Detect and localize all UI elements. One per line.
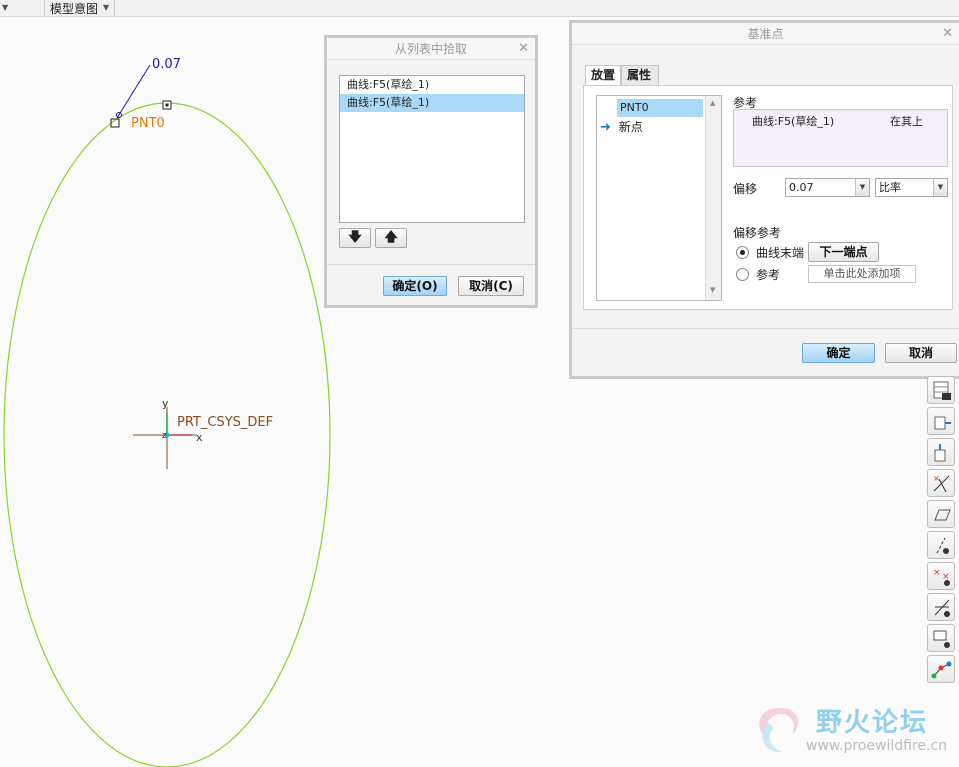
list-item-selected[interactable]: PNT0: [617, 99, 703, 117]
spin-center-icon: [931, 661, 952, 679]
arrow-up-icon: 🡅: [384, 230, 398, 245]
toolbar-button-plane[interactable]: [927, 407, 955, 435]
placement-panel: PNT0 ➜ 新点 ▲ ▼ 参考 曲线:F5(草绘_1) 在其上 偏移 0.07…: [583, 85, 953, 310]
reference-constraint[interactable]: 在其上: [890, 113, 923, 129]
move-up-button[interactable]: 🡅: [375, 228, 407, 248]
radio-reference[interactable]: [736, 268, 749, 281]
axis-display-icon: [936, 537, 949, 554]
scroll-down-icon[interactable]: ▼: [710, 286, 715, 294]
pick-listbox[interactable]: 曲线:F5(草绘_1) 曲线:F5(草绘_1): [339, 75, 525, 223]
offset-reference-label: 偏移参考: [733, 226, 782, 240]
csys-label[interactable]: PRT_CSYS_DEF: [177, 415, 273, 430]
toolbar-button-axis-display[interactable]: [927, 531, 955, 559]
datum-point-dialog: 基准点 ✕ 放置 属性 PNT0 ➜ 新点 ▲ ▼ 参考 曲线:F5(草绘_1)…: [569, 20, 959, 379]
scrollbar[interactable]: ▲ ▼: [705, 96, 721, 300]
chevron-down-icon[interactable]: ▼: [933, 179, 947, 196]
toolbar-button-axis[interactable]: [927, 438, 955, 466]
reference-curve[interactable]: 曲线:F5(草绘_1): [752, 113, 834, 129]
csys-display-icon: [934, 599, 950, 617]
add-reference-field[interactable]: 单击此处添加项: [808, 265, 916, 283]
toolbar-button-csys-display[interactable]: [927, 593, 955, 621]
datum-point-label[interactable]: PNT0: [131, 116, 165, 131]
references-collector[interactable]: 曲线:F5(草绘_1) 在其上: [733, 109, 948, 167]
toolbar-button-table[interactable]: [927, 376, 955, 404]
scroll-up-icon[interactable]: ▲: [710, 99, 715, 107]
forum-watermark: 野火论坛 www.proewildfire.cn: [748, 700, 953, 762]
toolbar-button-spin-center[interactable]: [927, 655, 955, 683]
annotation-display-icon: [933, 630, 950, 648]
radio-curve-end[interactable]: [736, 246, 749, 259]
next-end-button[interactable]: 下一端点: [808, 242, 879, 262]
divider: [572, 328, 959, 329]
offset-label: 偏移: [733, 182, 758, 196]
divider: [327, 264, 535, 265]
offset-value-input[interactable]: 0.07 ▼: [785, 178, 870, 197]
reference-option-label[interactable]: 参考: [756, 266, 780, 283]
svg-text:×: ×: [933, 568, 941, 578]
list-item-new-point[interactable]: ➜ 新点: [600, 118, 708, 136]
dialog-title: 从列表中拾取: [394, 42, 467, 56]
point-display-icon: × ×: [933, 568, 950, 586]
toolbar-button-point-display[interactable]: × ×: [927, 562, 955, 590]
tab-placement[interactable]: 放置: [585, 65, 621, 85]
ok-button[interactable]: 确定(O): [383, 276, 447, 296]
list-item-selected[interactable]: 曲线:F5(草绘_1): [340, 94, 524, 112]
point-list[interactable]: PNT0 ➜ 新点 ▲ ▼: [596, 95, 722, 301]
toolbar-divider: [44, 0, 45, 16]
datum-point-icon: ×: [933, 474, 950, 493]
axis-x-label: x: [196, 431, 203, 444]
close-icon[interactable]: ✕: [518, 38, 529, 60]
fire-logo-icon: [759, 707, 799, 753]
toolbar-button-annotation-display[interactable]: [927, 624, 955, 652]
chevron-down-icon[interactable]: ▼: [855, 179, 869, 196]
tab-properties[interactable]: 属性: [621, 65, 659, 85]
arrow-down-icon: 🡇: [348, 230, 362, 245]
ok-button[interactable]: 确定: [802, 343, 875, 363]
axis-icon: [934, 444, 946, 462]
cancel-button[interactable]: 取消(C): [458, 276, 524, 296]
watermark-url: www.proewildfire.cn: [806, 738, 948, 754]
model-intent-menu[interactable]: 模型意图: [50, 0, 98, 17]
table-camera-icon: [933, 381, 951, 400]
offset-type-select[interactable]: 比率 ▼: [875, 178, 948, 197]
svg-text:×: ×: [933, 474, 940, 483]
toolbar-button-point[interactable]: ×: [927, 469, 955, 497]
pick-from-list-dialog: 从列表中拾取 ✕ 曲线:F5(草绘_1) 曲线:F5(草绘_1) 🡇 🡅 确定(…: [324, 35, 538, 308]
chevron-down-icon[interactable]: ▼: [103, 3, 109, 12]
plane-icon: [934, 416, 951, 430]
dialog-title: 基准点: [747, 27, 784, 41]
offset-value-label[interactable]: 0.07: [152, 57, 181, 72]
move-down-button[interactable]: 🡇: [339, 228, 371, 248]
close-icon[interactable]: ✕: [942, 23, 953, 45]
arrow-right-icon: ➜: [600, 120, 611, 135]
curve-end-label[interactable]: 曲线末端: [756, 244, 804, 261]
axis-z-label: z: [162, 431, 167, 441]
toolbar-button-plane-display[interactable]: [927, 500, 955, 528]
cancel-button[interactable]: 取消: [885, 343, 957, 363]
list-item[interactable]: 曲线:F5(草绘_1): [340, 76, 524, 94]
plane-display-icon: [934, 509, 951, 521]
axis-y-label: y: [162, 397, 169, 410]
dialog-title-bar[interactable]: 基准点 ✕: [572, 23, 959, 45]
top-toolbar-strip: ▼ 模型意图 ▼: [0, 0, 959, 17]
watermark-title: 野火论坛: [816, 708, 929, 738]
dialog-title-bar[interactable]: 从列表中拾取 ✕: [327, 38, 535, 60]
toolbar-divider: [114, 0, 115, 16]
chevron-down-icon[interactable]: ▼: [2, 3, 8, 12]
